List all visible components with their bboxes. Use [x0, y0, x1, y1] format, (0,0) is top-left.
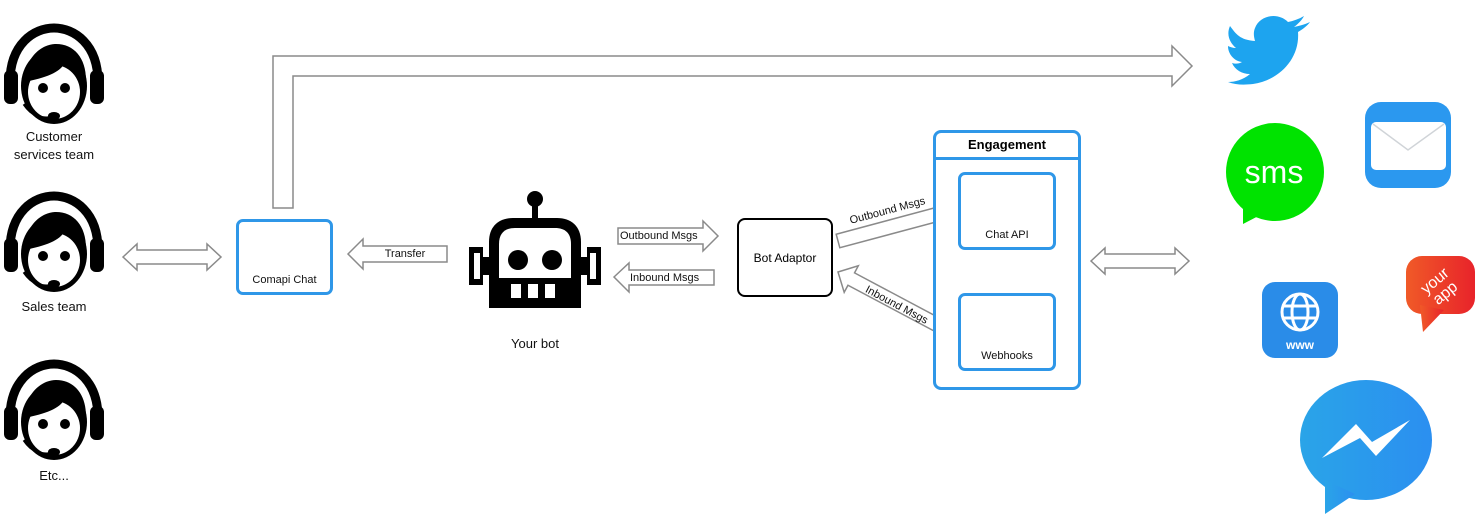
chat-api-label: Chat API — [985, 229, 1029, 241]
arrow-teams-comapi — [121, 242, 223, 272]
team-label-line: Customer — [25, 129, 83, 144]
agent-icon-customer-services — [4, 28, 104, 124]
twitter-icon — [1228, 16, 1310, 85]
team-label-line: services team — [13, 147, 95, 162]
team-label-sales: Sales team — [21, 299, 87, 314]
messenger-icon — [1300, 380, 1432, 514]
chat-api-box[interactable]: Chat API — [958, 172, 1056, 250]
sms-icon: sms — [1226, 123, 1324, 224]
team-label-customer-services: Customer services team — [0, 128, 108, 164]
engagement-title: Engagement — [936, 133, 1078, 160]
comapi-chat-label: Comapi Chat — [252, 274, 317, 286]
robot-icon — [469, 191, 601, 308]
comapi-chat-box[interactable]: Comapi Chat — [236, 219, 333, 295]
bot-adaptor-box[interactable]: Bot Adaptor — [737, 218, 833, 297]
arrow-engagement-channels — [1089, 246, 1191, 276]
your-app-icon: your app — [1406, 256, 1475, 332]
svg-text:www: www — [1285, 338, 1315, 352]
team-label-etc: Etc... — [39, 468, 69, 483]
web-icon: www — [1262, 282, 1338, 358]
your-bot-label: Your bot — [511, 336, 559, 351]
bot-adaptor-label: Bot Adaptor — [753, 250, 817, 265]
agent-icon-sales — [4, 196, 104, 292]
transfer-label: Transfer — [384, 248, 426, 260]
agent-icon-etc — [4, 364, 104, 460]
inbound-bot-label: Inbound Msgs — [630, 272, 700, 284]
svg-text:sms: sms — [1245, 154, 1304, 190]
webhooks-box[interactable]: Webhooks — [958, 293, 1056, 371]
outbound-bot-label: Outbound Msgs — [620, 230, 698, 242]
email-icon — [1365, 102, 1451, 188]
webhooks-label: Webhooks — [981, 350, 1033, 362]
